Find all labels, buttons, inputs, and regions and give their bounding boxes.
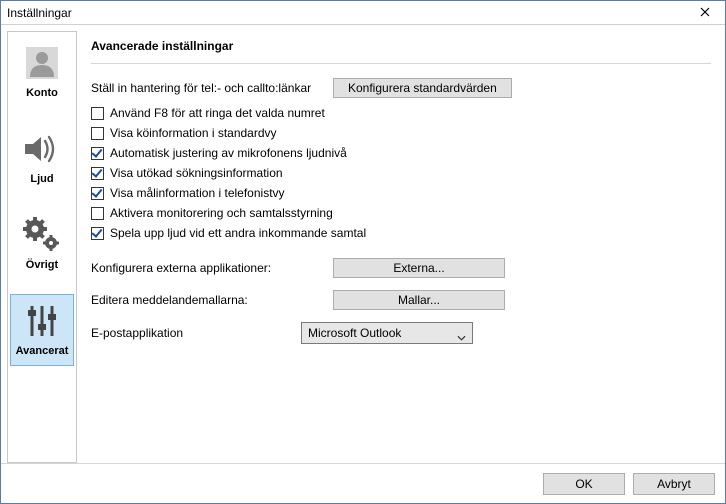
divider — [91, 63, 711, 64]
external-apps-label: Konfigurera externa applikationer: — [91, 261, 333, 275]
titlebar: Inställningar — [1, 1, 725, 25]
checkbox-icon — [91, 187, 104, 200]
check-auto-mic[interactable]: Automatisk justering av mikrofonens ljud… — [91, 146, 711, 160]
check-label: Använd F8 för att ringa det valda numret — [110, 106, 325, 120]
check-second-call-sound[interactable]: Spela upp ljud vid ett andra inkommande … — [91, 226, 711, 240]
checkbox-icon — [91, 107, 104, 120]
check-label: Visa utökad sökningsinformation — [110, 166, 283, 180]
email-app-label: E-postapplikation — [91, 326, 301, 340]
check-extended-search[interactable]: Visa utökad sökningsinformation — [91, 166, 711, 180]
sidebar-item-label: Konto — [26, 87, 58, 99]
check-label: Spela upp ljud vid ett andra inkommande … — [110, 226, 366, 240]
check-f8-dial[interactable]: Använd F8 för att ringa det valda numret — [91, 106, 711, 120]
checkbox-icon — [91, 207, 104, 220]
checkbox-icon — [91, 227, 104, 240]
tel-handling-label: Ställ in hantering för tel:- och callto:… — [91, 81, 333, 95]
window-title: Inställningar — [7, 6, 685, 20]
templates-row: Editera meddelandemallarna: Mallar... — [91, 290, 711, 310]
section-title: Avancerade inställningar — [91, 39, 711, 53]
gear-icon — [19, 215, 65, 255]
chevron-down-icon — [457, 330, 466, 344]
checkbox-group: Använd F8 för att ringa det valda numret… — [91, 106, 711, 240]
check-label: Visa köinformation i standardvy — [110, 126, 277, 140]
email-app-value: Microsoft Outlook — [308, 326, 401, 340]
sidebar-item-label: Övrigt — [26, 259, 58, 271]
sidebar-item-ljud[interactable]: Ljud — [10, 122, 74, 194]
external-apps-row: Konfigurera externa applikationer: Exter… — [91, 258, 711, 278]
sidebar-item-label: Ljud — [30, 173, 53, 185]
check-label: Visa målinformation i telefonistvy — [110, 186, 285, 200]
email-app-select[interactable]: Microsoft Outlook — [301, 322, 473, 344]
cancel-button[interactable]: Avbryt — [633, 473, 715, 495]
external-apps-button[interactable]: Externa... — [333, 258, 505, 278]
sidebar-item-avancerat[interactable]: Avancerat — [10, 294, 74, 366]
email-app-row: E-postapplikation Microsoft Outlook — [91, 322, 711, 344]
sidebar-item-konto[interactable]: Konto — [10, 36, 74, 108]
settings-window: Inställningar Konto — [0, 0, 726, 504]
checkbox-icon — [91, 167, 104, 180]
checkbox-icon — [91, 147, 104, 160]
footer: OK Avbryt — [1, 463, 725, 503]
configure-defaults-button[interactable]: Konfigurera standardvärden — [333, 78, 512, 98]
window-body: Konto Ljud — [1, 25, 725, 463]
sliders-icon — [19, 301, 65, 341]
check-label: Aktivera monitorering och samtalsstyrnin… — [110, 206, 333, 220]
check-target-info[interactable]: Visa målinformation i telefonistvy — [91, 186, 711, 200]
checkbox-icon — [91, 127, 104, 140]
check-queue-info[interactable]: Visa köinformation i standardvy — [91, 126, 711, 140]
tel-handling-row: Ställ in hantering för tel:- och callto:… — [91, 78, 711, 98]
close-button[interactable] — [685, 2, 725, 24]
ok-button[interactable]: OK — [543, 473, 625, 495]
check-monitoring[interactable]: Aktivera monitorering och samtalsstyrnin… — [91, 206, 711, 220]
templates-button[interactable]: Mallar... — [333, 290, 505, 310]
account-icon — [19, 43, 65, 83]
templates-label: Editera meddelandemallarna: — [91, 293, 333, 307]
check-label: Automatisk justering av mikrofonens ljud… — [110, 146, 347, 160]
sidebar: Konto Ljud — [7, 31, 77, 463]
content-panel: Avancerade inställningar Ställ in hanter… — [81, 31, 719, 463]
sidebar-item-label: Avancerat — [16, 345, 69, 357]
close-icon — [700, 6, 710, 20]
sound-icon — [19, 129, 65, 169]
sidebar-item-ovrigt[interactable]: Övrigt — [10, 208, 74, 280]
